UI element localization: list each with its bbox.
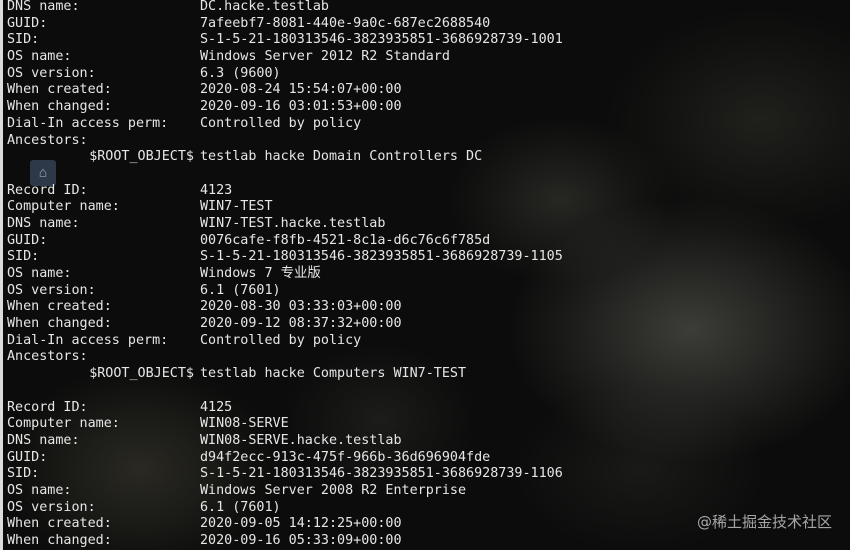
field-value: 2020-08-30 03:33:03+00:00: [200, 299, 402, 315]
field-value: d94f2ecc-913c-475f-966b-36d696904fde: [200, 449, 491, 465]
field-value: 6.1 (7601): [200, 282, 281, 298]
ancestors-line: $ROOT_OBJECT$ testlab hacke Computers WIN…: [7, 366, 850, 383]
field-value: 2020-09-16 03:01:53+00:00: [200, 99, 402, 115]
field-key: Ancestors:: [7, 132, 88, 148]
field-key: DNS name:: [7, 0, 80, 14]
field-value: S-1-5-21-180313546-3823935851-3686928739…: [200, 32, 563, 48]
terminal-line: OS name: Windows Server 2008 R2 Enterpris…: [7, 483, 850, 500]
terminal-line: Ancestors:: [7, 133, 850, 150]
terminal-line: Ancestors:: [7, 349, 850, 366]
field-key: When changed:: [7, 99, 112, 115]
field-value: 7afeebf7-8081-440e-9a0c-687ec2688540: [200, 15, 491, 31]
field-key: OS name:: [7, 49, 72, 65]
field-value: Windows 7 专业版: [200, 266, 321, 281]
field-value: 2020-09-16 05:33:09+00:00: [200, 533, 402, 548]
field-key: Computer name:: [7, 416, 120, 432]
field-key: When created:: [7, 82, 112, 98]
terminal-line: When created: 2020-08-30 03:33:03+00:00: [7, 299, 850, 316]
field-key: When created:: [7, 299, 112, 315]
field-key: OS version:: [7, 499, 96, 515]
terminal-line: Computer name: WIN7-TEST: [7, 199, 850, 216]
field-key: SID:: [7, 466, 40, 482]
field-value: WIN7-TEST: [200, 199, 273, 215]
terminal-line: DNS name: WIN08-SERVE.hacke.testlab: [7, 433, 850, 450]
terminal-line: DNS name: WIN7-TEST.hacke.testlab: [7, 216, 850, 233]
ancestors-path: testlab hacke Domain Controllers DC: [200, 149, 483, 165]
field-value: WIN08-SERVE: [200, 416, 289, 432]
field-value: 2020-09-12 08:37:32+00:00: [200, 316, 402, 332]
terminal-line: OS name: Windows Server 2012 R2 Standard: [7, 49, 850, 66]
field-value: 2020-08-24 15:54:07+00:00: [200, 82, 402, 98]
field-key: When created:: [7, 516, 112, 532]
terminal-line: SID: S-1-5-21-180313546-3823935851-368692…: [7, 466, 850, 483]
field-key: OS name:: [7, 482, 72, 498]
field-key: DNS name:: [7, 215, 80, 231]
field-key: When changed:: [7, 316, 112, 332]
ancestors-prefix: $ROOT_OBJECT$: [89, 366, 194, 382]
field-key: SID:: [7, 32, 40, 48]
field-key: GUID:: [7, 232, 48, 248]
field-key: DNS name:: [7, 432, 80, 448]
field-key: SID:: [7, 249, 40, 265]
terminal-line: When changed: 2020-09-12 08:37:32+00:00: [7, 316, 850, 333]
terminal-line: OS version: 6.3 (9600): [7, 66, 850, 83]
terminal-line: DNS name: DC.hacke.testlab: [7, 0, 850, 16]
terminal-output[interactable]: DNS name: DC.hacke.testlab GUID: 7afeebf7-8…: [7, 0, 850, 550]
terminal-line: OS version: 6.1 (7601): [7, 283, 850, 300]
terminal-line: When created: 2020-08-24 15:54:07+00:00: [7, 82, 850, 99]
field-value: 6.3 (9600): [200, 65, 281, 81]
ancestors-path: testlab hacke Computers WIN7-TEST: [200, 366, 467, 382]
terminal-line: GUID: 7afeebf7-8081-440e-9a0c-687ec268854…: [7, 16, 850, 33]
field-value: DC.hacke.testlab: [200, 0, 329, 14]
terminal-line: When changed: 2020-09-16 03:01:53+00:00: [7, 99, 850, 116]
terminal-line: GUID: d94f2ecc-913c-475f-966b-36d696904fd…: [7, 450, 850, 467]
terminal-line: Record ID: 4125: [7, 400, 850, 417]
field-value: 0076cafe-f8fb-4521-8c1a-d6c76c6f785d: [200, 232, 491, 248]
field-value: WIN08-SERVE.hacke.testlab: [200, 432, 402, 448]
field-key: Dial-In access perm:: [7, 332, 169, 348]
field-key: GUID:: [7, 449, 48, 465]
field-value: 2020-09-05 14:12:25+00:00: [200, 516, 402, 532]
terminal-line: OS name: Windows 7 专业版: [7, 266, 850, 283]
terminal-line: Record ID: 4123: [7, 183, 850, 200]
field-key: Record ID:: [7, 182, 88, 198]
field-value: 6.1 (7601): [200, 499, 281, 515]
field-key: Dial-In access perm:: [7, 115, 169, 131]
field-key: Ancestors:: [7, 349, 88, 365]
terminal-line: SID: S-1-5-21-180313546-3823935851-368692…: [7, 249, 850, 266]
field-key: GUID:: [7, 15, 48, 31]
watermark-text: @稀土掘金技术社区: [696, 513, 832, 531]
field-value: S-1-5-21-180313546-3823935851-3686928739…: [200, 466, 563, 482]
field-key: Record ID:: [7, 399, 88, 415]
field-value: Controlled by policy: [200, 115, 362, 131]
field-key: OS version:: [7, 282, 96, 298]
terminal-line: Computer name: WIN08-SERVE: [7, 416, 850, 433]
field-value: 4125: [200, 399, 233, 415]
ancestors-prefix: $ROOT_OBJECT$: [89, 149, 194, 165]
field-value: Windows Server 2008 R2 Enterprise: [200, 482, 467, 498]
field-value: Windows Server 2012 R2 Standard: [200, 49, 450, 65]
ancestors-line: $ROOT_OBJECT$ testlab hacke Domain Contro…: [7, 149, 850, 166]
window-left-border: [0, 0, 3, 550]
field-value: 4123: [200, 182, 233, 198]
field-key: When changed:: [7, 533, 112, 548]
field-key: OS version:: [7, 65, 96, 81]
terminal-line: SID: S-1-5-21-180313546-3823935851-368692…: [7, 32, 850, 49]
field-value: S-1-5-21-180313546-3823935851-3686928739…: [200, 249, 563, 265]
terminal-line: Dial-In access perm: Controlled by policy: [7, 116, 850, 133]
field-value: Controlled by policy: [200, 332, 362, 348]
field-value: WIN7-TEST.hacke.testlab: [200, 215, 386, 231]
field-key: Computer name:: [7, 199, 120, 215]
terminal-line: Dial-In access perm: Controlled by policy: [7, 333, 850, 350]
terminal-line: GUID: 0076cafe-f8fb-4521-8c1a-d6c76c6f785…: [7, 233, 850, 250]
field-key: OS name:: [7, 266, 72, 281]
terminal-line: When changed: 2020-09-16 05:33:09+00:00: [7, 533, 850, 550]
